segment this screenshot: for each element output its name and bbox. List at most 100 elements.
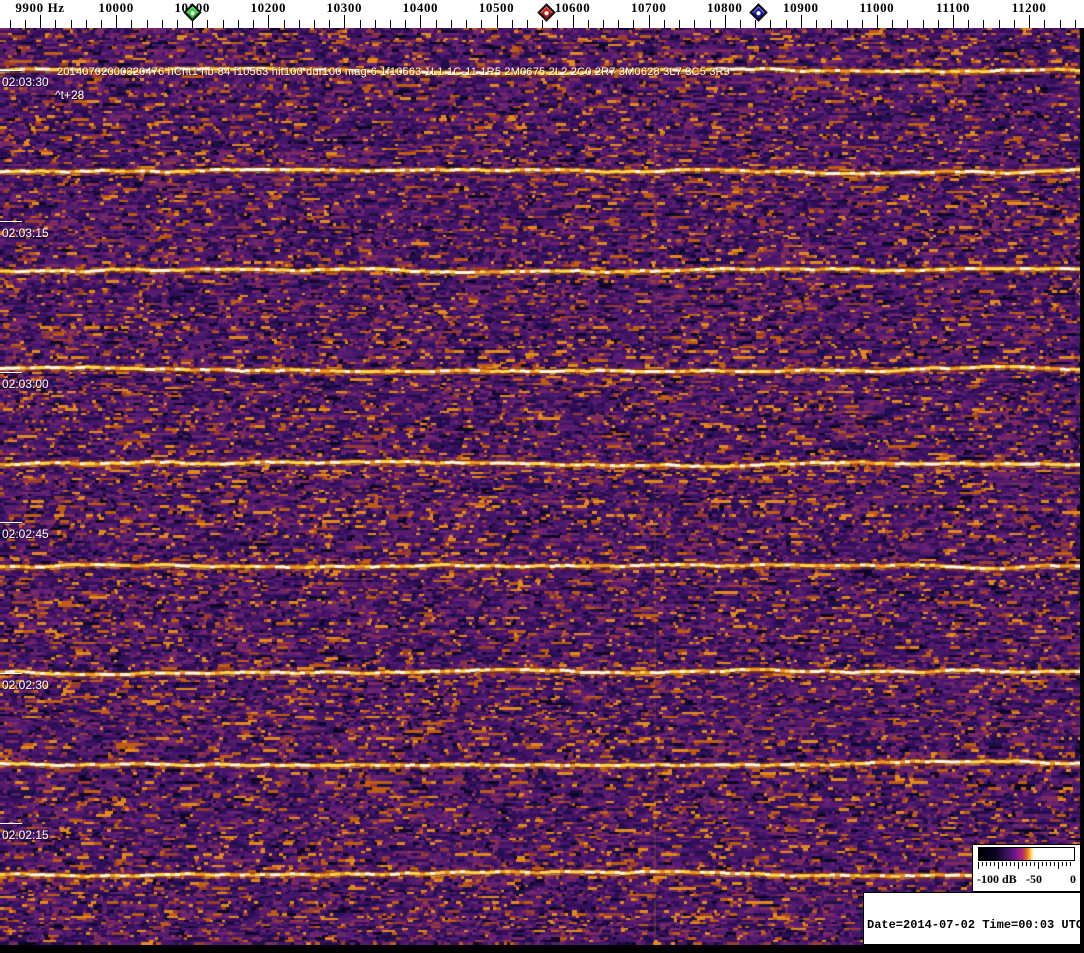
freq-major-tick [876,15,878,28]
freq-major-tick [1029,15,1031,28]
freq-minor-tick [450,20,452,28]
freq-major-tick [268,15,270,28]
db-ruler-tick [1022,862,1023,866]
marker-blue[interactable] [748,3,768,22]
freq-minor-tick [359,20,361,28]
freq-label-10900: 10900 [783,0,819,15]
time-label: 02:03:30 [2,75,49,89]
time-tick [0,70,22,71]
freq-major-tick [420,15,422,28]
db-ruler-tick [1058,862,1059,869]
freq-minor-tick [907,20,909,28]
db-ruler-tick [1006,862,1007,866]
freq-minor-tick [1044,20,1046,28]
freq-label-10000: 10000 [98,0,134,15]
marker-center-dot [755,9,762,16]
freq-minor-tick [937,20,939,28]
freq-major-tick [496,15,498,28]
freq-label-10300: 10300 [326,0,363,15]
freq-minor-tick [618,20,620,28]
freq-label-10700: 10700 [630,0,667,15]
db-ruler-tick [1070,862,1071,866]
freq-minor-tick [816,20,817,28]
db-ruler-tick [1046,862,1047,866]
freq-major-tick [572,15,574,28]
freq-minor-tick [831,20,833,28]
freq-minor-tick [587,20,589,28]
freq-label-10200: 10200 [250,0,287,15]
freq-minor-tick [755,20,757,28]
freq-label-10800: 10800 [706,0,743,15]
time-label: 02:02:15 [2,828,49,842]
freq-minor-tick [633,20,635,28]
detection-annotation: 20140702000320476 hCnt1 nb-84 f10563 hit… [57,66,731,78]
freq-minor-tick [466,20,468,28]
db-ruler-tick [986,862,987,866]
db-ruler-tick [1030,862,1031,866]
freq-minor-tick [24,20,26,28]
db-ruler-tick [1014,862,1015,866]
marker-red[interactable] [536,3,556,22]
freq-major-tick [648,15,650,28]
time-tick [0,673,22,674]
db-ruler-tick [1002,862,1003,866]
freq-minor-tick [283,20,285,28]
freq-major-tick [344,15,346,28]
freq-label-11100: 11100 [935,0,971,15]
freq-minor-tick [237,20,239,28]
db-ruler-tick [1018,862,1019,869]
freq-minor-tick [861,20,863,28]
freq-minor-tick [557,20,559,28]
db-ruler-tick [1026,862,1027,866]
freq-minor-tick [329,20,331,28]
freq-minor-tick [1074,20,1076,28]
freq-minor-tick [846,20,848,28]
freq-minor-tick [542,20,544,28]
freq-minor-tick [679,20,681,28]
freq-minor-tick [9,20,11,28]
db-label-min: -100 dB [977,872,1017,886]
freq-minor-tick [390,20,391,28]
time-tick [0,221,22,222]
freq-label-11200: 11200 [1011,0,1047,15]
freq-label-9900: 9900 Hz [15,0,65,15]
freq-major-tick [116,15,118,28]
freq-minor-tick [770,20,772,28]
db-ruler-tick [998,862,999,869]
time-label: 02:03:00 [2,377,49,391]
freq-minor-tick [85,20,87,28]
db-label-max: 0 [1070,872,1076,886]
freq-label-10600: 10600 [554,0,591,15]
marker-center-dot [189,9,196,16]
freq-minor-tick [161,20,163,28]
freq-minor-tick [709,20,711,28]
db-ruler-tick [978,862,979,869]
freq-major-tick [953,15,954,28]
db-ruler-tick [1066,862,1067,866]
db-ruler-tick [1062,862,1063,866]
time-label: 02:03:15 [2,226,49,240]
freq-minor-tick [694,20,696,28]
freq-minor-tick [526,20,528,28]
freq-minor-tick [1013,20,1015,28]
marker-center-dot [543,9,549,16]
db-ruler-tick [1042,862,1043,866]
cursor-annotation: ^t+28 [55,88,85,102]
freq-label-10400: 10400 [402,0,439,15]
time-tick [0,372,22,373]
freq-minor-tick [55,20,57,28]
db-ruler-tick [1010,862,1011,866]
db-ruler-tick [1050,862,1051,866]
db-ruler-tick [1034,862,1035,866]
freq-minor-tick [1059,20,1061,28]
freq-minor-tick [207,20,209,28]
freq-minor-tick [222,20,224,28]
info-line-date: Date=2014-07-02 Time=00:03 UTC [867,918,1084,932]
freq-minor-tick [435,20,437,28]
frequency-axis: 9900 Hz100001010010200103001040010500106… [0,0,1084,28]
freq-minor-tick [983,20,985,28]
freq-major-tick [800,15,802,28]
freq-minor-tick [785,20,787,28]
right-border [1080,28,1084,953]
freq-minor-tick [146,20,148,28]
